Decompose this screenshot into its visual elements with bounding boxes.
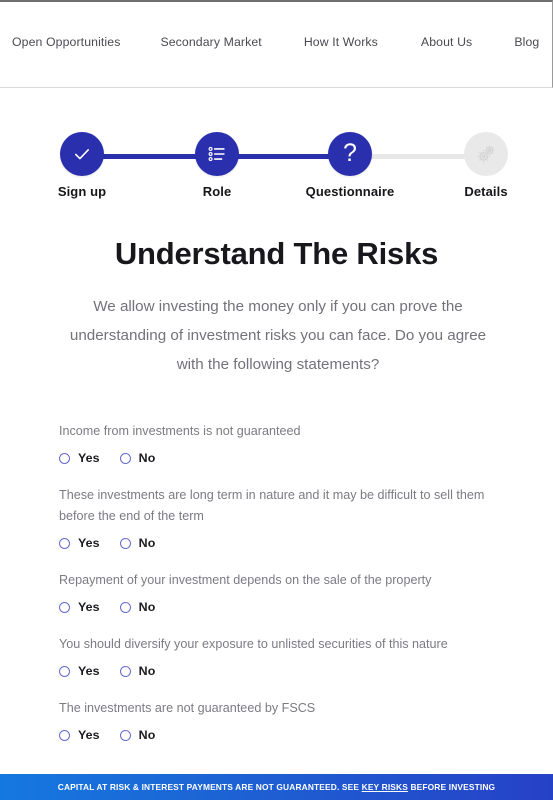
question-item: The investments are not guaranteed by FS…	[59, 698, 511, 742]
key-risks-link[interactable]: KEY RISKS	[362, 782, 408, 792]
gears-icon	[477, 145, 495, 163]
radio-label-no: No	[138, 600, 156, 614]
question-item: You should diversify your exposure to un…	[59, 634, 511, 678]
nav-item-how-it-works[interactable]: How It Works	[304, 35, 378, 49]
radio-label-yes: Yes	[78, 664, 100, 678]
nav-item-blog[interactable]: Blog	[514, 35, 539, 49]
question-options: Yes No	[59, 451, 511, 465]
nav-item-secondary-market[interactable]: Secondary Market	[160, 35, 261, 49]
stepper-connector-2	[235, 154, 335, 159]
radio-label-no: No	[138, 728, 156, 742]
question-item: Repayment of your investment depends on …	[59, 570, 511, 614]
stepper-circle-questionnaire: ?	[328, 132, 372, 176]
question-options: Yes No	[59, 600, 511, 614]
radio-label-yes: Yes	[78, 451, 100, 465]
radio-circle-icon[interactable]	[119, 729, 131, 741]
radio-option-no[interactable]: No	[119, 664, 156, 678]
radio-circle-icon[interactable]	[119, 537, 131, 549]
page-title: Understand The Risks	[114, 236, 439, 271]
stepper-circle-sign-up	[60, 132, 104, 176]
question-text: Income from investments is not guarantee…	[59, 424, 301, 438]
radio-option-no[interactable]: No	[119, 536, 156, 550]
stepper-label-details: Details	[464, 184, 508, 199]
question-item: These investments are long term in natur…	[59, 485, 511, 550]
radio-circle-icon[interactable]	[119, 665, 131, 677]
radio-option-no[interactable]: No	[119, 728, 156, 742]
question-options: Yes No	[59, 728, 511, 742]
radio-label-yes: Yes	[78, 600, 100, 614]
stepper-connector-3	[368, 154, 468, 159]
radio-label-no: No	[138, 536, 156, 550]
question-icon: ?	[343, 138, 357, 167]
nav-item-about-us[interactable]: About Us	[421, 35, 472, 49]
radio-option-yes[interactable]: Yes	[59, 728, 100, 742]
stepper-connector-1	[100, 154, 200, 159]
radio-label-no: No	[138, 664, 156, 678]
stepper-circle-details	[464, 132, 508, 176]
page-root: Open Opportunities Secondary Market How …	[0, 0, 553, 800]
check-icon	[74, 149, 90, 160]
questions-list: Income from investments is not guarantee…	[59, 421, 511, 742]
question-text: The investments are not guaranteed by FS…	[59, 701, 316, 715]
page-description: We allow investing the money only if you…	[69, 298, 487, 373]
radio-label-no: No	[138, 451, 156, 465]
top-navigation-bar: Open Opportunities Secondary Market How …	[0, 0, 553, 88]
radio-circle-icon[interactable]	[59, 729, 70, 741]
question-options: Yes No	[59, 664, 511, 678]
radio-circle-icon[interactable]	[119, 601, 131, 613]
risk-warning-text: CAPITAL AT RISK & INTEREST PAYMENTS ARE …	[58, 782, 495, 792]
radio-option-yes[interactable]: Yes	[59, 536, 100, 550]
progress-stepper: Sign up Role ? Questionnaire Details	[0, 132, 553, 204]
question-text: You should diversify your exposure to un…	[59, 637, 448, 651]
question-item: Income from investments is not guarantee…	[59, 421, 511, 465]
radio-circle-icon[interactable]	[59, 665, 70, 677]
radio-option-yes[interactable]: Yes	[59, 664, 100, 678]
radio-option-no[interactable]: No	[119, 600, 156, 614]
radio-circle-icon[interactable]	[119, 452, 131, 464]
question-options: Yes No	[59, 536, 511, 550]
radio-option-no[interactable]: No	[119, 451, 156, 465]
question-text: Repayment of your investment depends on …	[59, 573, 432, 587]
risk-text-after: BEFORE INVESTING	[407, 782, 496, 792]
nav-items-list: Open Opportunities Secondary Market How …	[0, 35, 553, 49]
nav-item-open-opportunities[interactable]: Open Opportunities	[12, 35, 120, 49]
radio-circle-icon[interactable]	[59, 537, 70, 549]
risk-text-before: CAPITAL AT RISK & INTEREST PAYMENTS ARE …	[57, 782, 362, 792]
radio-option-yes[interactable]: Yes	[59, 600, 100, 614]
radio-label-yes: Yes	[78, 728, 100, 742]
stepper-circle-role	[195, 132, 239, 176]
radio-label-yes: Yes	[78, 536, 100, 550]
radio-option-yes[interactable]: Yes	[59, 451, 100, 465]
list-icon	[208, 146, 225, 162]
radio-circle-icon[interactable]	[59, 452, 70, 464]
question-text: These investments are long term in natur…	[59, 488, 485, 523]
risk-warning-banner: CAPITAL AT RISK & INTEREST PAYMENTS ARE …	[0, 774, 553, 800]
radio-circle-icon[interactable]	[59, 601, 70, 613]
